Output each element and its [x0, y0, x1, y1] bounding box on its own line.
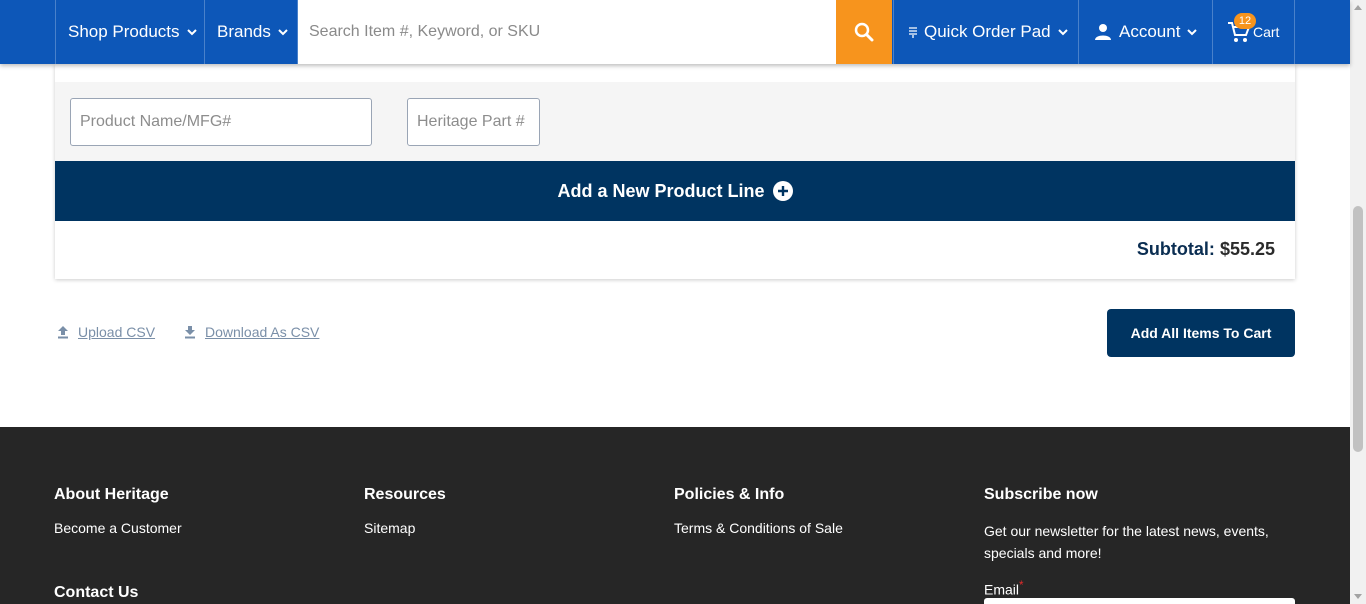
account-label: Account	[1119, 22, 1181, 41]
account-menu[interactable]: Account	[1079, 0, 1213, 64]
person-icon	[1095, 24, 1111, 40]
page-scrollbar[interactable]	[1350, 0, 1366, 604]
cart-label: Cart	[1253, 24, 1280, 40]
quick-order-pad-menu[interactable]: Quick Order Pad	[893, 0, 1079, 64]
search-icon	[854, 22, 874, 42]
footer-contact-heading: Contact Us	[54, 584, 139, 601]
shop-products-menu[interactable]: Shop Products	[55, 0, 205, 64]
download-csv-link[interactable]: Download As CSV	[183, 324, 319, 340]
scroll-thumb[interactable]	[1353, 206, 1363, 452]
list-icon	[909, 27, 917, 38]
footer-about-column: About Heritage Become a Customer	[54, 486, 182, 536]
footer-subscribe-heading: Subscribe now	[984, 486, 1098, 503]
top-nav-bar: Shop Products Brands Quick Order Pad Acc…	[0, 0, 1350, 64]
shop-products-label: Shop Products	[68, 22, 180, 41]
search-input[interactable]	[298, 0, 836, 64]
quick-order-panel: Add a New Product Line Subtotal: $55.25	[55, 64, 1295, 279]
upload-icon	[58, 326, 68, 339]
email-label-text: Email	[984, 581, 1020, 598]
subtotal-label: Subtotal:	[1136, 239, 1215, 259]
subscribe-description: Get our newsletter for the latest news, …	[984, 523, 1269, 561]
upload-csv-link[interactable]: Upload CSV	[56, 324, 155, 340]
product-name-input[interactable]	[70, 98, 372, 146]
footer-resources-heading: Resources	[364, 486, 446, 503]
terms-conditions-link[interactable]: Terms & Conditions of Sale	[674, 520, 843, 536]
subtotal-value: $55.25	[1219, 239, 1275, 259]
heritage-part-input[interactable]	[407, 98, 540, 146]
plus-circle-icon	[772, 181, 793, 201]
chevron-down-icon	[278, 29, 288, 36]
newsletter-email-input[interactable]	[984, 598, 1295, 604]
footer-subscribe-column: Subscribe now Get our newsletter for the…	[984, 486, 1295, 564]
search-button[interactable]	[836, 0, 892, 64]
become-customer-link[interactable]: Become a Customer	[54, 520, 182, 536]
scroll-down-arrow-icon[interactable]	[1354, 594, 1362, 599]
download-csv-label: Download As CSV	[205, 324, 320, 340]
chevron-down-icon	[186, 29, 197, 36]
upload-csv-label: Upload CSV	[78, 324, 156, 340]
add-all-to-cart-button[interactable]: Add All Items To Cart	[1107, 309, 1295, 357]
footer-resources-column: Resources Sitemap	[364, 486, 446, 536]
chevron-down-icon	[1057, 29, 1068, 36]
add-product-line-label: Add a New Product Line	[557, 180, 765, 201]
brands-label: Brands	[217, 22, 271, 41]
site-footer: About Heritage Become a Customer Resourc…	[0, 427, 1350, 604]
footer-policies-heading: Policies & Info	[674, 486, 785, 503]
scroll-up-arrow-icon[interactable]	[1354, 5, 1362, 10]
download-icon	[185, 326, 195, 339]
add-product-line-button[interactable]: Add a New Product Line	[55, 161, 1295, 221]
footer-about-heading: About Heritage	[54, 486, 169, 503]
cart-link[interactable]: Cart	[1213, 0, 1295, 64]
sitemap-link[interactable]: Sitemap	[364, 520, 446, 536]
chevron-down-icon	[1187, 29, 1198, 36]
cart-count-badge: 12	[1234, 13, 1256, 29]
product-line-row	[55, 82, 1295, 161]
email-field-label: Email*	[984, 579, 1024, 598]
quick-order-pad-label: Quick Order Pad	[924, 22, 1051, 41]
footer-policies-column: Policies & Info Terms & Conditions of Sa…	[674, 486, 843, 536]
required-mark: *	[1019, 579, 1024, 592]
brands-menu[interactable]: Brands	[205, 0, 298, 64]
subtotal: Subtotal: $55.25	[1137, 239, 1275, 260]
